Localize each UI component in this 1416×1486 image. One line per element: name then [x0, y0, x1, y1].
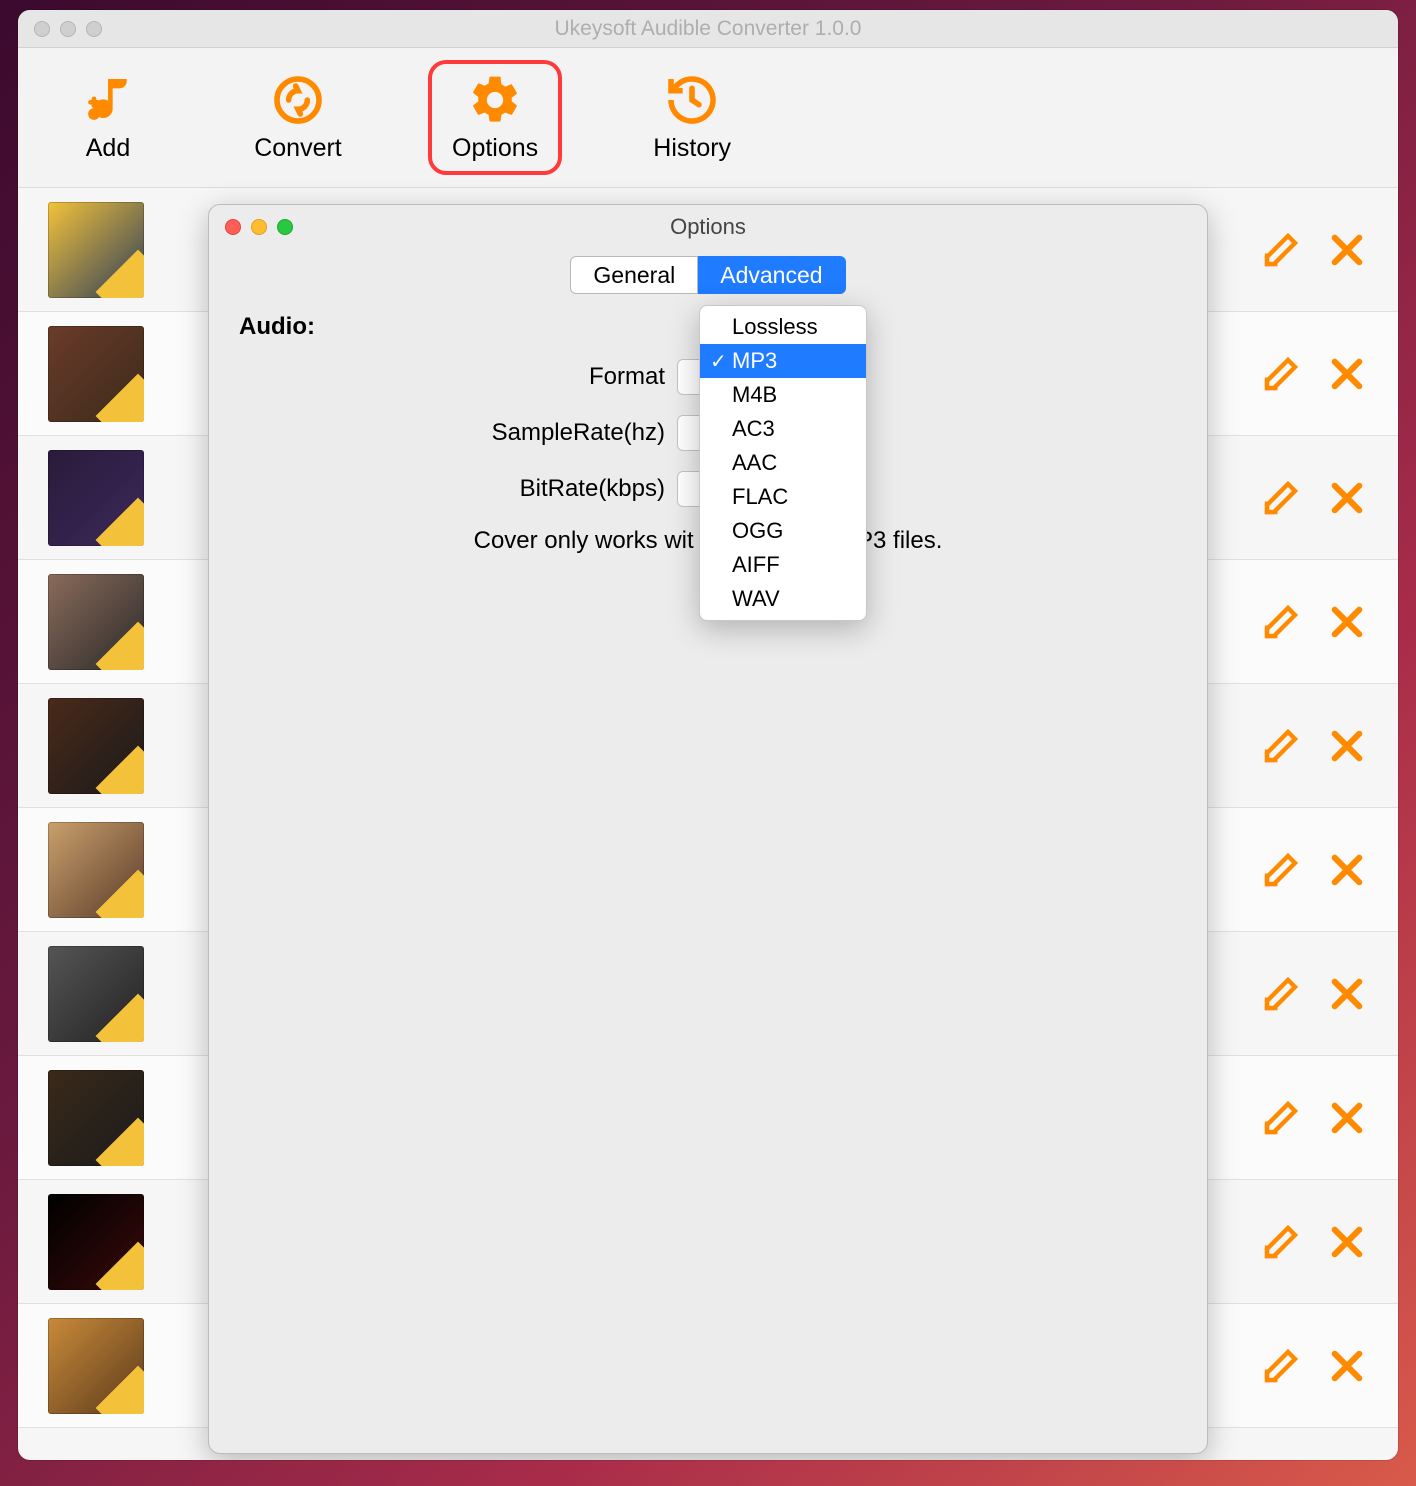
main-titlebar: Ukeysoft Audible Converter 1.0.0 — [18, 10, 1398, 48]
remove-icon[interactable] — [1326, 353, 1368, 395]
tab-advanced[interactable]: Advanced — [698, 256, 845, 294]
gear-icon — [467, 72, 523, 128]
main-window: Ukeysoft Audible Converter 1.0.0 Add Con… — [18, 10, 1398, 1460]
format-option[interactable]: AC3 — [700, 412, 866, 446]
window-title: Ukeysoft Audible Converter 1.0.0 — [18, 17, 1398, 41]
format-label: Format — [589, 363, 665, 391]
edit-icon[interactable] — [1260, 1221, 1302, 1263]
close-traffic-light[interactable] — [34, 21, 50, 37]
remove-icon[interactable] — [1326, 1221, 1368, 1263]
cover-thumbnail — [48, 574, 144, 670]
remove-icon[interactable] — [1326, 601, 1368, 643]
cover-thumbnail — [48, 202, 144, 298]
edit-icon[interactable] — [1260, 601, 1302, 643]
edit-icon[interactable] — [1260, 1345, 1302, 1387]
edit-icon[interactable] — [1260, 849, 1302, 891]
samplerate-label: SampleRate(hz) — [492, 419, 665, 447]
cover-thumbnail — [48, 1070, 144, 1166]
cover-thumbnail — [48, 822, 144, 918]
format-option[interactable]: WAV — [700, 582, 866, 616]
edit-icon[interactable] — [1260, 353, 1302, 395]
edit-icon[interactable] — [1260, 725, 1302, 767]
main-toolbar: Add Convert Options History — [18, 48, 1398, 188]
cover-hint-left: Cover only works wit — [474, 527, 694, 554]
row-actions — [1260, 601, 1368, 643]
options-traffic-lights — [225, 219, 293, 235]
cover-thumbnail — [48, 450, 144, 546]
row-actions — [1260, 477, 1368, 519]
toolbar-convert-button[interactable]: Convert — [238, 66, 358, 169]
toolbar-convert-label: Convert — [254, 134, 342, 163]
edit-icon[interactable] — [1260, 229, 1302, 271]
format-option[interactable]: M4B — [700, 378, 866, 412]
row-actions — [1260, 229, 1368, 271]
format-dropdown[interactable]: LosslessMP3M4BAC3AACFLACOGGAIFFWAV — [699, 305, 867, 621]
remove-icon[interactable] — [1326, 973, 1368, 1015]
maximize-traffic-light[interactable] — [86, 21, 102, 37]
format-option[interactable]: FLAC — [700, 480, 866, 514]
options-title: Options — [209, 214, 1207, 240]
row-actions — [1260, 725, 1368, 767]
format-option[interactable]: Lossless — [700, 310, 866, 344]
edit-icon[interactable] — [1260, 477, 1302, 519]
toolbar-options-button[interactable]: Options — [428, 60, 562, 175]
toolbar-history-button[interactable]: History — [632, 66, 752, 169]
row-actions — [1260, 353, 1368, 395]
format-option[interactable]: AAC — [700, 446, 866, 480]
convert-icon — [270, 72, 326, 128]
row-actions — [1260, 1097, 1368, 1139]
row-actions — [1260, 1221, 1368, 1263]
bitrate-label: BitRate(kbps) — [520, 475, 665, 503]
format-option[interactable]: AIFF — [700, 548, 866, 582]
toolbar-add-button[interactable]: Add — [48, 66, 168, 169]
minimize-traffic-light[interactable] — [60, 21, 76, 37]
toolbar-history-label: History — [653, 134, 731, 163]
remove-icon[interactable] — [1326, 1097, 1368, 1139]
edit-icon[interactable] — [1260, 1097, 1302, 1139]
close-traffic-light[interactable] — [225, 219, 241, 235]
cover-thumbnail — [48, 326, 144, 422]
row-actions — [1260, 1345, 1368, 1387]
format-option[interactable]: OGG — [700, 514, 866, 548]
remove-icon[interactable] — [1326, 229, 1368, 271]
remove-icon[interactable] — [1326, 1345, 1368, 1387]
cover-thumbnail — [48, 946, 144, 1042]
options-tabs: General Advanced — [209, 249, 1207, 297]
cover-thumbnail — [48, 698, 144, 794]
row-actions — [1260, 849, 1368, 891]
toolbar-add-label: Add — [86, 134, 130, 163]
cover-thumbnail — [48, 1318, 144, 1414]
row-actions — [1260, 973, 1368, 1015]
cover-thumbnail — [48, 1194, 144, 1290]
toolbar-options-label: Options — [452, 134, 538, 163]
maximize-traffic-light[interactable] — [277, 219, 293, 235]
minimize-traffic-light[interactable] — [251, 219, 267, 235]
options-dialog: Options General Advanced Audio: Format S… — [208, 204, 1208, 1454]
format-option[interactable]: MP3 — [700, 344, 866, 378]
main-traffic-lights — [34, 21, 102, 37]
remove-icon[interactable] — [1326, 849, 1368, 891]
tab-general[interactable]: General — [570, 256, 698, 294]
edit-icon[interactable] — [1260, 973, 1302, 1015]
remove-icon[interactable] — [1326, 477, 1368, 519]
history-icon — [664, 72, 720, 128]
remove-icon[interactable] — [1326, 725, 1368, 767]
add-music-icon — [80, 72, 136, 128]
options-titlebar: Options — [209, 205, 1207, 249]
